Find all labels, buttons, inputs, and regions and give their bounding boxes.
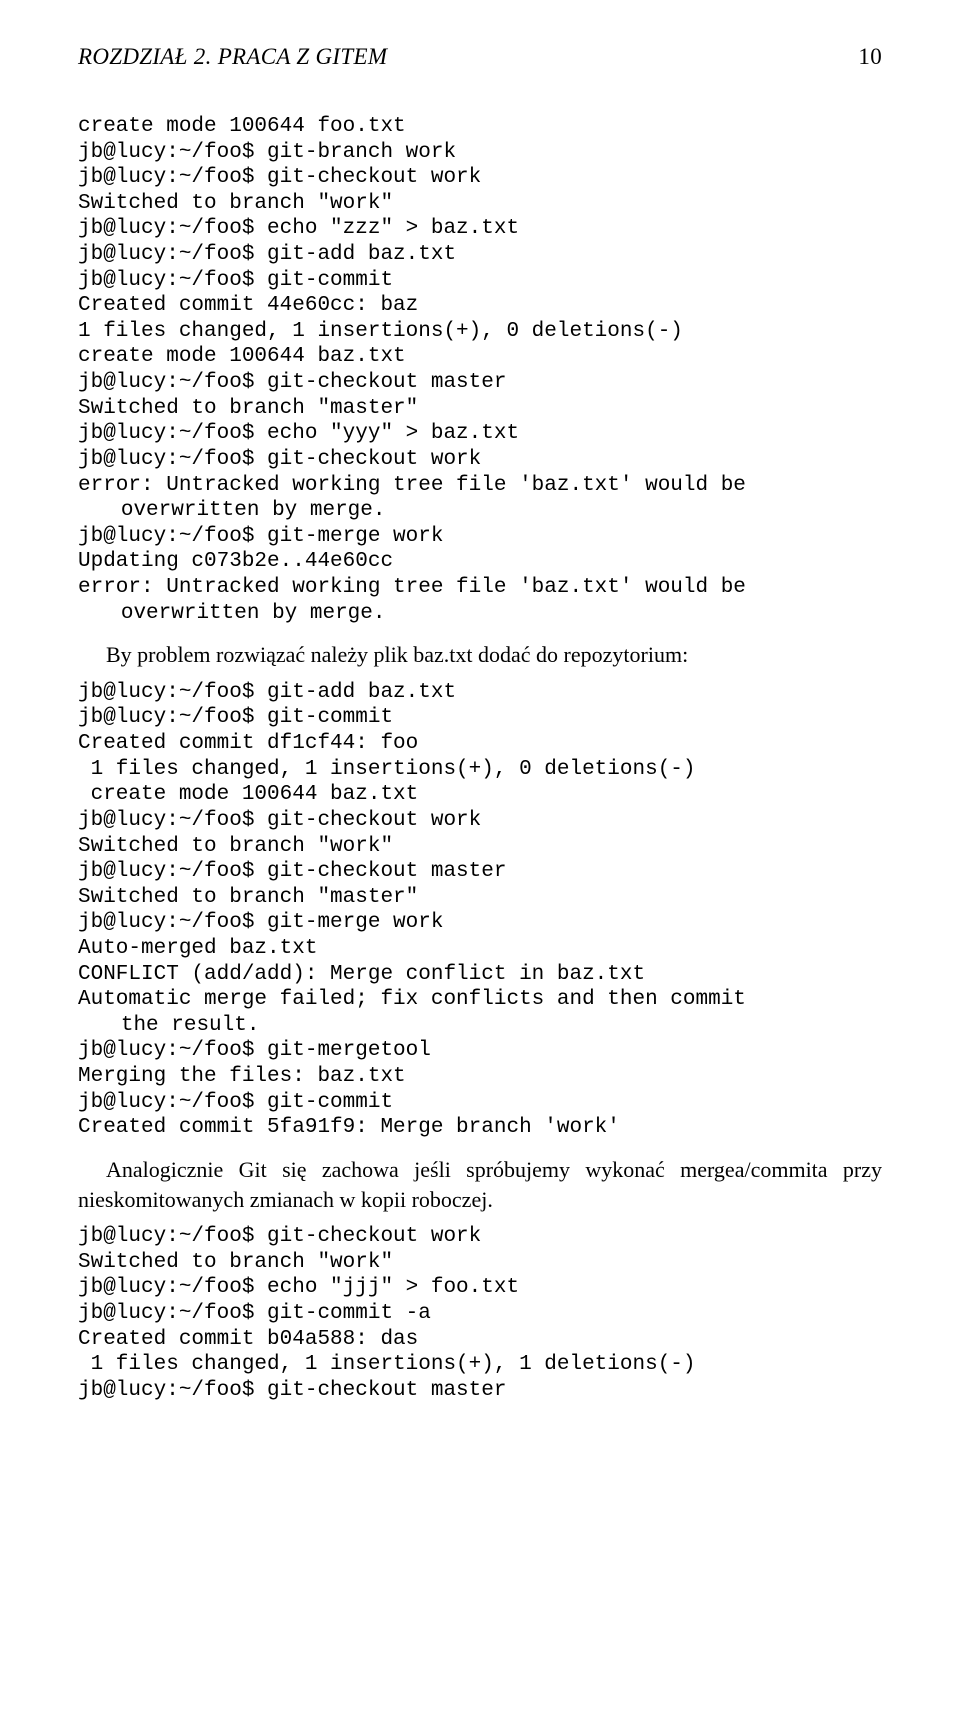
code-line: Switched to branch "work" (78, 834, 882, 860)
code-line: overwritten by merge. (78, 498, 882, 524)
code-block-1: create mode 100644 foo.txtjb@lucy:~/foo$… (78, 114, 882, 626)
code-block-3: jb@lucy:~/foo$ git-checkout workSwitched… (78, 1224, 882, 1403)
code-line: jb@lucy:~/foo$ echo "jjj" > foo.txt (78, 1275, 882, 1301)
code-line: Auto-merged baz.txt (78, 936, 882, 962)
code-line: 1 files changed, 1 insertions(+), 1 dele… (78, 1352, 882, 1378)
code-line: Created commit b04a588: das (78, 1327, 882, 1353)
code-line: jb@lucy:~/foo$ git-checkout master (78, 370, 882, 396)
code-line: jb@lucy:~/foo$ git-commit (78, 705, 882, 731)
code-line: jb@lucy:~/foo$ git-commit -a (78, 1301, 882, 1327)
code-line: jb@lucy:~/foo$ git-branch work (78, 140, 882, 166)
code-line: create mode 100644 baz.txt (78, 782, 882, 808)
page-header: ROZDZIAŁ 2. PRACA Z GITEM 10 (78, 44, 882, 70)
code-line: jb@lucy:~/foo$ git-merge work (78, 524, 882, 550)
code-line: jb@lucy:~/foo$ git-checkout master (78, 859, 882, 885)
code-line: jb@lucy:~/foo$ git-checkout master (78, 1378, 882, 1404)
code-line: jb@lucy:~/foo$ git-merge work (78, 910, 882, 936)
paragraph-2: Analogicznie Git się zachowa jeśli sprób… (78, 1155, 882, 1214)
code-line: overwritten by merge. (78, 601, 882, 627)
code-line: Merging the files: baz.txt (78, 1064, 882, 1090)
code-line: jb@lucy:~/foo$ git-commit (78, 1090, 882, 1116)
code-block-2: jb@lucy:~/foo$ git-add baz.txtjb@lucy:~/… (78, 680, 882, 1141)
code-line: Switched to branch "master" (78, 885, 882, 911)
code-line: 1 files changed, 1 insertions(+), 0 dele… (78, 757, 882, 783)
code-line: jb@lucy:~/foo$ echo "zzz" > baz.txt (78, 216, 882, 242)
page: ROZDZIAŁ 2. PRACA Z GITEM 10 create mode… (0, 0, 960, 1734)
code-line: Switched to branch "work" (78, 1250, 882, 1276)
code-line: Switched to branch "master" (78, 396, 882, 422)
code-line: Automatic merge failed; fix conflicts an… (78, 987, 882, 1013)
header-chapter: ROZDZIAŁ 2. PRACA Z GITEM (78, 44, 387, 70)
code-line: CONFLICT (add/add): Merge conflict in ba… (78, 962, 882, 988)
code-line: 1 files changed, 1 insertions(+), 0 dele… (78, 319, 882, 345)
paragraph-1: By problem rozwiązać należy plik baz.txt… (78, 640, 882, 670)
code-line: create mode 100644 foo.txt (78, 114, 882, 140)
code-line: the result. (78, 1013, 882, 1039)
code-line: Updating c073b2e..44e60cc (78, 549, 882, 575)
code-line: error: Untracked working tree file 'baz.… (78, 473, 882, 499)
code-line: jb@lucy:~/foo$ git-commit (78, 268, 882, 294)
code-line: Created commit 44e60cc: baz (78, 293, 882, 319)
code-line: jb@lucy:~/foo$ git-add baz.txt (78, 242, 882, 268)
code-line: jb@lucy:~/foo$ git-add baz.txt (78, 680, 882, 706)
code-line: create mode 100644 baz.txt (78, 344, 882, 370)
header-page-number: 10 (858, 44, 882, 70)
code-line: jb@lucy:~/foo$ git-mergetool (78, 1038, 882, 1064)
code-line: jb@lucy:~/foo$ git-checkout work (78, 165, 882, 191)
code-line: jb@lucy:~/foo$ git-checkout work (78, 1224, 882, 1250)
code-line: error: Untracked working tree file 'baz.… (78, 575, 882, 601)
code-line: jb@lucy:~/foo$ echo "yyy" > baz.txt (78, 421, 882, 447)
code-line: jb@lucy:~/foo$ git-checkout work (78, 808, 882, 834)
code-line: Created commit 5fa91f9: Merge branch 'wo… (78, 1115, 882, 1141)
code-line: Created commit df1cf44: foo (78, 731, 882, 757)
code-line: jb@lucy:~/foo$ git-checkout work (78, 447, 882, 473)
code-line: Switched to branch "work" (78, 191, 882, 217)
